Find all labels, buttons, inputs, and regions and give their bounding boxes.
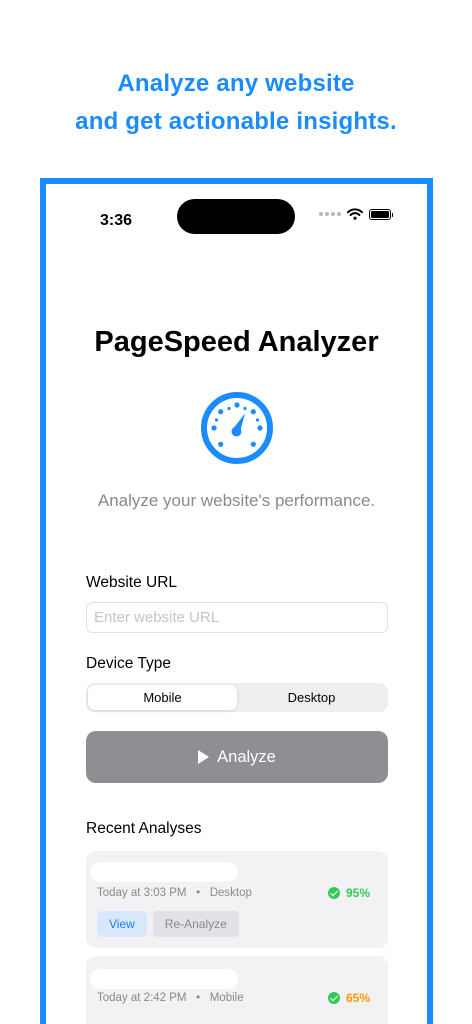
analysis-time: Today at 3:03 PM bbox=[97, 887, 187, 899]
device-type-selector: Mobile Desktop bbox=[86, 683, 388, 712]
url-label: Website URL bbox=[86, 574, 178, 591]
play-icon bbox=[198, 750, 210, 764]
status-icons bbox=[319, 208, 393, 220]
analysis-device: Desktop bbox=[209, 887, 252, 899]
analyze-button-label: Analyze bbox=[217, 747, 276, 766]
headline-line-2: and get actionable insights. bbox=[75, 108, 397, 135]
analysis-meta: Today at 3:03 PM • Desktop bbox=[97, 887, 252, 899]
status-time: 3:36 bbox=[100, 212, 133, 229]
checkmark-circle-icon bbox=[327, 887, 340, 899]
analysis-score: 65% bbox=[327, 991, 370, 1005]
analysis-score: 95% bbox=[327, 886, 370, 900]
score-value: 95% bbox=[345, 886, 370, 900]
headline-line-1: Analyze any website bbox=[117, 70, 355, 97]
analysis-meta: Today at 2:42 PM • Mobile bbox=[97, 992, 244, 1004]
phone-frame: 3:36 PageSpeed Analyzer Analyze your web… bbox=[40, 178, 433, 1024]
recent-analysis-card: Today at 3:03 PM • Desktop 95% View Re-A… bbox=[86, 851, 388, 948]
app-subtitle: Analyze your website's performance. bbox=[97, 491, 376, 510]
reanalyze-button[interactable]: Re-Analyze bbox=[152, 911, 239, 937]
app-screen: 3:36 PageSpeed Analyzer Analyze your web… bbox=[46, 184, 427, 1024]
recent-analyses-heading: Recent Analyses bbox=[86, 820, 202, 837]
view-button[interactable]: View bbox=[97, 911, 147, 937]
redacted-url bbox=[90, 862, 238, 882]
analysis-device: Mobile bbox=[209, 992, 244, 1004]
signal-dots-icon bbox=[319, 212, 341, 216]
analyze-button[interactable]: Analyze bbox=[86, 731, 388, 783]
wifi-icon bbox=[347, 208, 363, 220]
segment-mobile[interactable]: Mobile bbox=[88, 685, 237, 710]
card-actions: View Re-Analyze bbox=[97, 911, 239, 937]
battery-icon bbox=[369, 208, 393, 220]
speedometer-icon bbox=[201, 392, 273, 464]
device-type-label: Device Type bbox=[86, 655, 172, 672]
checkmark-circle-icon bbox=[327, 992, 340, 1004]
score-value: 65% bbox=[345, 991, 370, 1005]
recent-analysis-card: Today at 2:42 PM • Mobile 65% bbox=[86, 956, 388, 1024]
analysis-time: Today at 2:42 PM bbox=[97, 992, 187, 1004]
dynamic-island bbox=[177, 199, 295, 234]
url-input[interactable] bbox=[86, 602, 388, 633]
segment-desktop[interactable]: Desktop bbox=[237, 685, 386, 710]
app-title: PageSpeed Analyzer bbox=[94, 326, 379, 358]
redacted-url bbox=[90, 969, 238, 989]
